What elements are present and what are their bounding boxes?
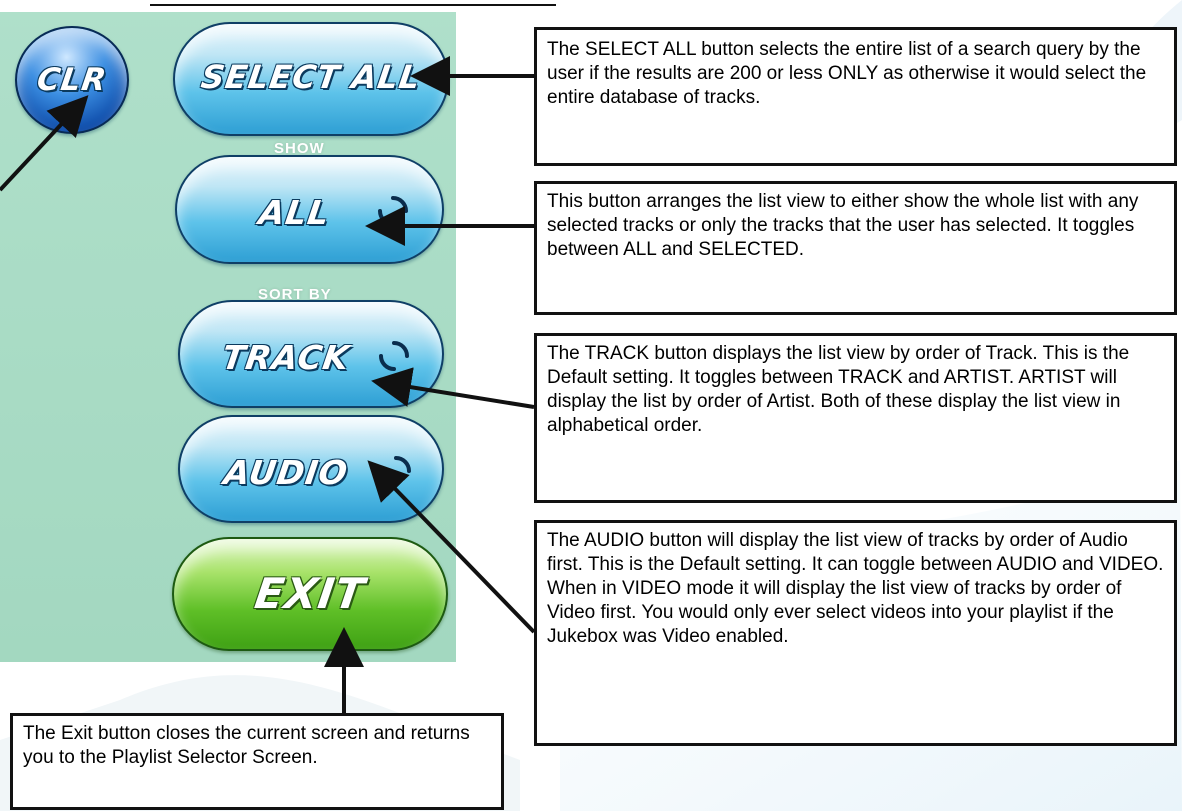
header-rule — [150, 4, 556, 6]
exit-button-label: EXIT — [251, 569, 369, 618]
cycle-icon — [378, 196, 408, 226]
media-toggle-description: The AUDIO button will display the list v… — [534, 520, 1177, 746]
jukebox-button-panel: CLR SELECT ALL SHOW ALL SORT BY TRACK AU… — [0, 12, 456, 662]
sort-toggle-description: The TRACK button displays the list view … — [534, 333, 1177, 503]
show-toggle-description: This button arranges the list view to ei… — [534, 181, 1177, 315]
exit-button[interactable]: EXIT — [172, 537, 448, 651]
sort-toggle-button[interactable]: TRACK — [178, 300, 444, 408]
media-toggle-label: AUDIO — [221, 453, 351, 492]
media-toggle-button[interactable]: AUDIO — [178, 415, 444, 523]
clear-button-label: CLR — [34, 62, 110, 98]
cycle-icon — [381, 456, 411, 486]
sort-toggle-label: TRACK — [219, 338, 353, 377]
select-all-description: The SELECT ALL button selects the entire… — [534, 27, 1177, 166]
select-all-button[interactable]: SELECT ALL — [173, 22, 449, 136]
exit-description: The Exit button closes the current scree… — [10, 713, 504, 810]
select-all-button-label: SELECT ALL — [198, 58, 424, 96]
clear-button[interactable]: CLR — [15, 26, 129, 134]
show-toggle-label: ALL — [256, 193, 333, 232]
show-toggle-button[interactable]: ALL — [175, 155, 444, 264]
cycle-icon — [379, 341, 409, 371]
